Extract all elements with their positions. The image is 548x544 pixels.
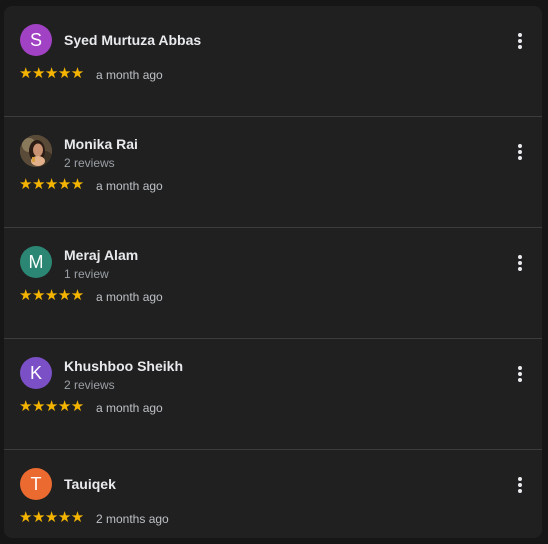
avatar-photo[interactable] — [20, 135, 52, 167]
avatar[interactable]: K — [20, 357, 52, 389]
more-vert-icon[interactable] — [510, 474, 530, 496]
avatar[interactable]: M — [20, 246, 52, 278]
review-time: 2 months ago — [96, 512, 169, 526]
more-vert-icon[interactable] — [510, 363, 530, 385]
avatar-initial: M — [28, 251, 44, 272]
avatar[interactable]: S — [20, 24, 52, 56]
more-vert-icon[interactable] — [510, 30, 530, 52]
review-item: T Tauiqek ★★★★★ 2 months ago — [4, 450, 542, 538]
star-rating: ★★★★★ — [19, 287, 84, 304]
star-rating: ★★★★★ — [19, 509, 84, 526]
review-count: 2 reviews — [64, 156, 115, 170]
reviewer-name[interactable]: Khushboo Sheikh — [64, 358, 183, 374]
review-count: 2 reviews — [64, 378, 115, 392]
reviewer-name[interactable]: Monika Rai — [64, 136, 138, 152]
reviewer-name[interactable]: Syed Murtuza Abbas — [64, 32, 201, 48]
more-vert-icon[interactable] — [510, 252, 530, 274]
reviewer-name[interactable]: Tauiqek — [64, 476, 116, 492]
avatar[interactable]: T — [20, 468, 52, 500]
review-count: 1 review — [64, 267, 109, 281]
review-time: a month ago — [96, 179, 163, 193]
review-time: a month ago — [96, 401, 163, 415]
review-item: Monika Rai 2 reviews ★★★★★ a month ago — [4, 117, 542, 228]
review-item: K Khushboo Sheikh 2 reviews ★★★★★ a mont… — [4, 339, 542, 450]
review-time: a month ago — [96, 68, 163, 82]
more-vert-icon[interactable] — [510, 141, 530, 163]
avatar-initial: S — [29, 29, 42, 50]
review-item: S Syed Murtuza Abbas ★★★★★ a month ago — [4, 6, 542, 117]
review-time: a month ago — [96, 290, 163, 304]
star-rating: ★★★★★ — [19, 398, 84, 415]
avatar-initial: K — [29, 362, 42, 383]
star-rating: ★★★★★ — [19, 65, 84, 82]
profile-photo-icon — [20, 135, 52, 167]
avatar-initial: T — [30, 473, 42, 494]
reviews-panel: S Syed Murtuza Abbas ★★★★★ a month ago M… — [4, 6, 542, 538]
star-rating: ★★★★★ — [19, 176, 84, 193]
review-item: M Meraj Alam 1 review ★★★★★ a month ago — [4, 228, 542, 339]
reviewer-name[interactable]: Meraj Alam — [64, 247, 138, 263]
